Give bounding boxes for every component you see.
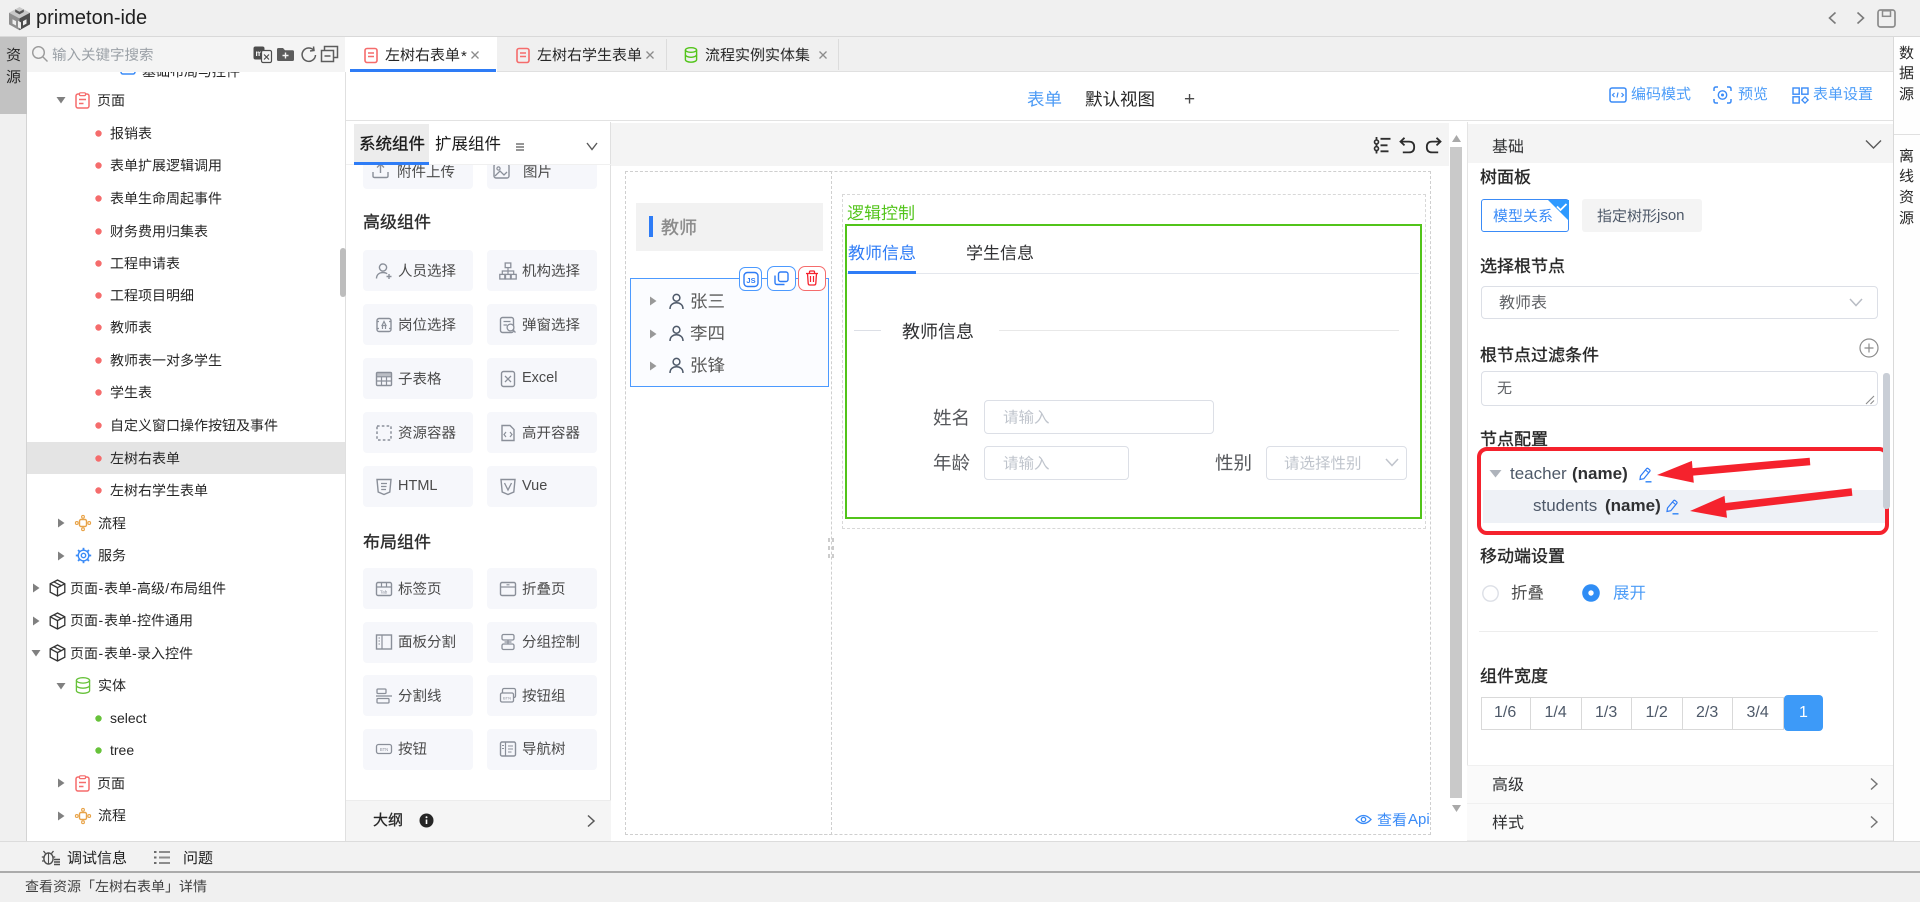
svg-text:BTN: BTN (503, 695, 511, 700)
svg-text:Tab: Tab (380, 589, 388, 594)
svg-text:JS: JS (746, 276, 755, 285)
svg-text:BTN: BTN (380, 747, 388, 752)
